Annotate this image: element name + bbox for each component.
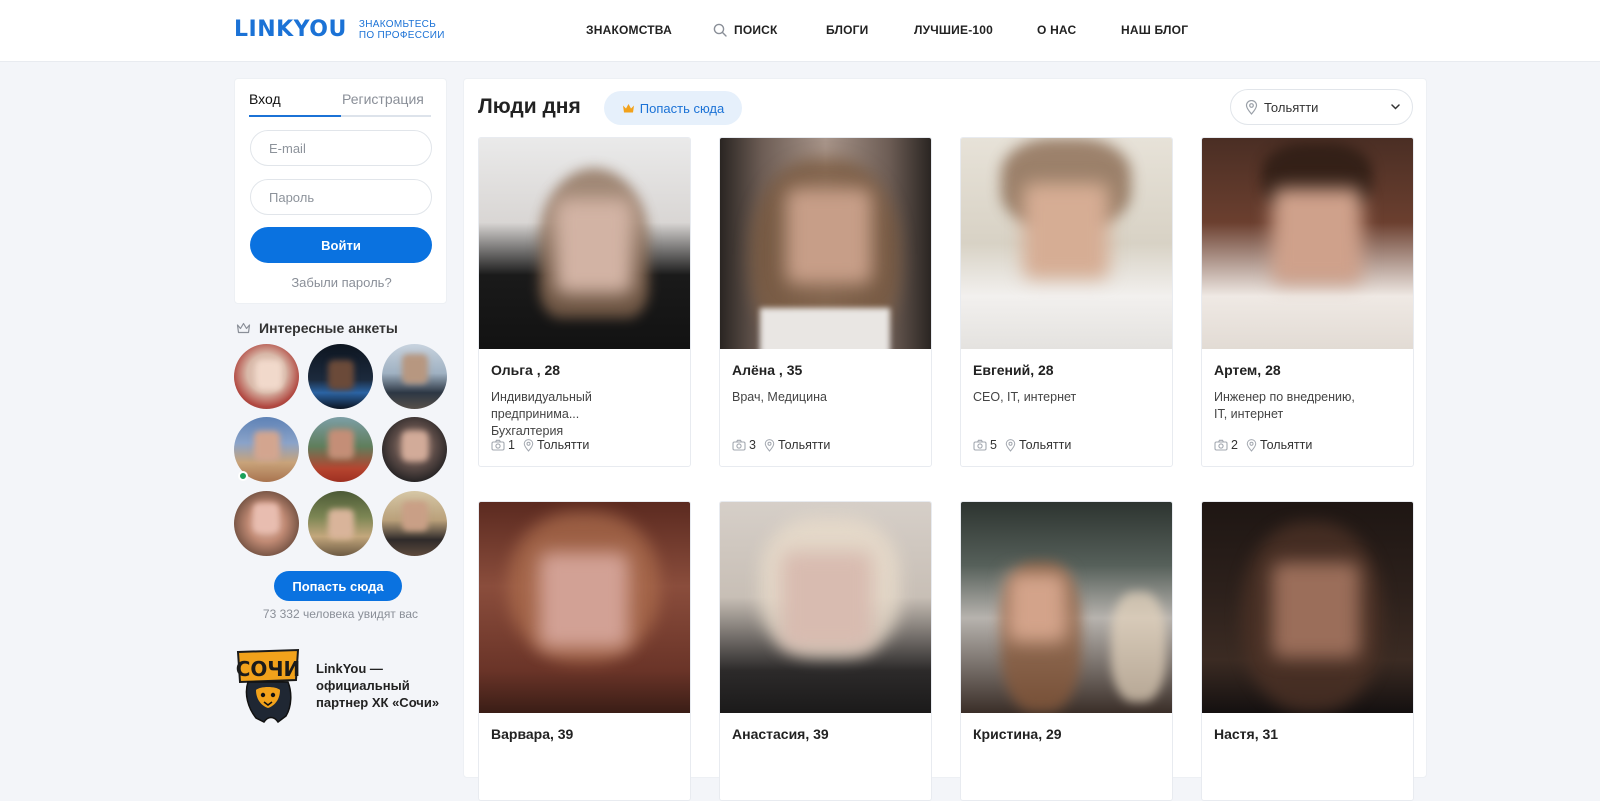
profile-card[interactable]: Варвара, 39: [478, 501, 691, 801]
people-of-the-day-panel: Люди дня Попасть сюда Тольятти Ольга , 2…: [463, 78, 1427, 801]
profile-meta: 2 Тольятти: [1214, 438, 1312, 452]
profile-avatar[interactable]: [234, 491, 299, 556]
top-bar: LINKYOU ЗНАКОМЬТЕСЬ ПО ПРОФЕССИИ ЗНАКОМС…: [0, 0, 1600, 62]
profile-name: Настя, 31: [1214, 726, 1279, 742]
tab-login[interactable]: Вход: [249, 91, 281, 107]
profile-card[interactable]: Артем, 28 Инженер по внедрению, IT, инте…: [1201, 137, 1414, 467]
photo-count: 1: [508, 438, 515, 452]
nav-top-100[interactable]: ЛУЧШИЕ-100: [914, 23, 993, 37]
partner-banner[interactable]: СОЧИ LinkYou — официальный партнер ХК «С…: [234, 646, 454, 726]
profile-occupation: Индивидуальный предпринима... Бухгалтери…: [491, 390, 592, 438]
profile-card[interactable]: Кристина, 29: [960, 501, 1173, 801]
profile-name: Анастасия, 39: [732, 726, 829, 742]
profile-occupation: Инженер по внедрению, IT, интернет: [1214, 390, 1355, 421]
profile-avatar[interactable]: [234, 344, 299, 409]
profile-card[interactable]: Евгений, 28 CEO, IT, интернет 5 Тольятти: [960, 137, 1173, 467]
profile-occupation: CEO, IT, интернет: [973, 390, 1077, 404]
promote-me-button[interactable]: Попасть сюда: [274, 571, 402, 601]
camera-icon: [1214, 439, 1228, 451]
profile-avatar[interactable]: [308, 491, 373, 556]
profile-name: Артем, 28: [1214, 362, 1281, 378]
profile-city: Тольятти: [1259, 438, 1313, 452]
nav-blogs[interactable]: БЛОГИ: [826, 23, 869, 37]
get-featured-button[interactable]: Попасть сюда: [604, 91, 742, 125]
page-title: Люди дня: [478, 95, 581, 118]
profile-avatar[interactable]: [382, 491, 447, 556]
interesting-profiles-heading: Интересные анкеты: [236, 320, 398, 336]
location-pin-icon: [1245, 99, 1258, 115]
nav-our-blog[interactable]: НАШ БЛОГ: [1121, 23, 1188, 37]
photo-count: 2: [1231, 438, 1238, 452]
location-pin-icon: [1246, 438, 1257, 452]
logo-tagline: ЗНАКОМЬТЕСЬ ПО ПРОФЕССИИ: [359, 19, 445, 41]
city-select[interactable]: Тольятти: [1230, 89, 1413, 125]
profile-city: Тольятти: [1018, 438, 1072, 452]
profile-photo: [1202, 502, 1413, 713]
tab-register[interactable]: Регистрация: [342, 91, 424, 107]
password-field[interactable]: [250, 179, 432, 215]
profile-photo: [479, 138, 690, 349]
profile-card[interactable]: Ольга , 28 Индивидуальный предпринима...…: [478, 137, 691, 467]
crown-icon: [622, 103, 634, 112]
nav-search[interactable]: ПОИСК: [713, 23, 778, 37]
profile-occupation: Врач, Медицина: [732, 390, 827, 404]
profile-meta: 5 Тольятти: [973, 438, 1071, 452]
interesting-profiles-grid: [234, 344, 447, 558]
profile-photo: [720, 138, 931, 349]
profile-name: Кристина, 29: [973, 726, 1062, 742]
profile-photo: [961, 138, 1172, 349]
profile-avatar[interactable]: [308, 344, 373, 409]
crown-outline-icon: [236, 322, 251, 334]
location-pin-icon: [764, 438, 775, 452]
profile-city: Тольятти: [777, 438, 831, 452]
interesting-profiles-title: Интересные анкеты: [259, 320, 398, 336]
profile-avatar[interactable]: [382, 344, 447, 409]
profile-avatar[interactable]: [382, 417, 447, 482]
camera-icon: [491, 439, 505, 451]
profile-name: Варвара, 39: [491, 726, 574, 742]
profile-card[interactable]: Настя, 31: [1201, 501, 1414, 801]
login-card: Вход Регистрация Войти Забыли пароль?: [234, 78, 447, 304]
forgot-password-link[interactable]: Забыли пароль?: [235, 275, 448, 290]
nav-search-label: ПОИСК: [734, 23, 778, 37]
login-button[interactable]: Войти: [250, 227, 432, 263]
profile-photo: [479, 502, 690, 713]
active-tab-indicator: [249, 115, 341, 117]
location-pin-icon: [523, 438, 534, 452]
search-icon: [713, 23, 727, 37]
get-featured-label: Попасть сюда: [639, 100, 725, 116]
profile-card[interactable]: Анастасия, 39: [719, 501, 932, 801]
photo-count: 5: [990, 438, 997, 452]
profile-name: Ольга , 28: [491, 362, 561, 378]
profile-photo: [1202, 138, 1413, 349]
location-pin-icon: [1005, 438, 1016, 452]
partner-text: LinkYou — официальный партнер ХК «Сочи»: [316, 661, 440, 710]
profile-photo: [720, 502, 931, 713]
hc-sochi-leopard-logo: СОЧИ: [236, 648, 301, 724]
profile-photo: [961, 502, 1172, 713]
logo-tagline-line-2: ПО ПРОФЕССИИ: [358, 29, 445, 41]
online-status-dot: [238, 471, 248, 481]
email-field[interactable]: [250, 130, 432, 166]
profile-meta: 1 Тольятти: [491, 438, 589, 452]
profile-name: Алёна , 35: [732, 362, 803, 378]
auth-tabs: Вход Регистрация: [249, 91, 431, 117]
photo-count: 3: [749, 438, 756, 452]
camera-icon: [732, 439, 746, 451]
nav-about[interactable]: О НАС: [1037, 23, 1076, 37]
svg-text:СОЧИ: СОЧИ: [236, 657, 301, 681]
profile-city: Тольятти: [536, 438, 590, 452]
viewers-count: 73 332 человека увидят вас: [262, 607, 419, 621]
logo[interactable]: LINKYOU ЗНАКОМЬТЕСЬ ПО ПРОФЕССИИ: [234, 17, 445, 42]
logo-tagline-line-1: ЗНАКОМЬТЕСЬ: [358, 18, 437, 30]
camera-icon: [973, 439, 987, 451]
city-select-value: Тольятти: [1264, 99, 1319, 115]
profile-avatar[interactable]: [308, 417, 373, 482]
chevron-down-icon: [1391, 104, 1400, 110]
profile-card[interactable]: Алёна , 35 Врач, Медицина 3 Тольятти: [719, 137, 932, 467]
nav-dating[interactable]: ЗНАКОМСТВА: [586, 23, 672, 37]
logo-wordmark: LINKYOU: [234, 17, 347, 42]
profile-name: Евгений, 28: [973, 362, 1054, 378]
profile-meta: 3 Тольятти: [732, 438, 830, 452]
